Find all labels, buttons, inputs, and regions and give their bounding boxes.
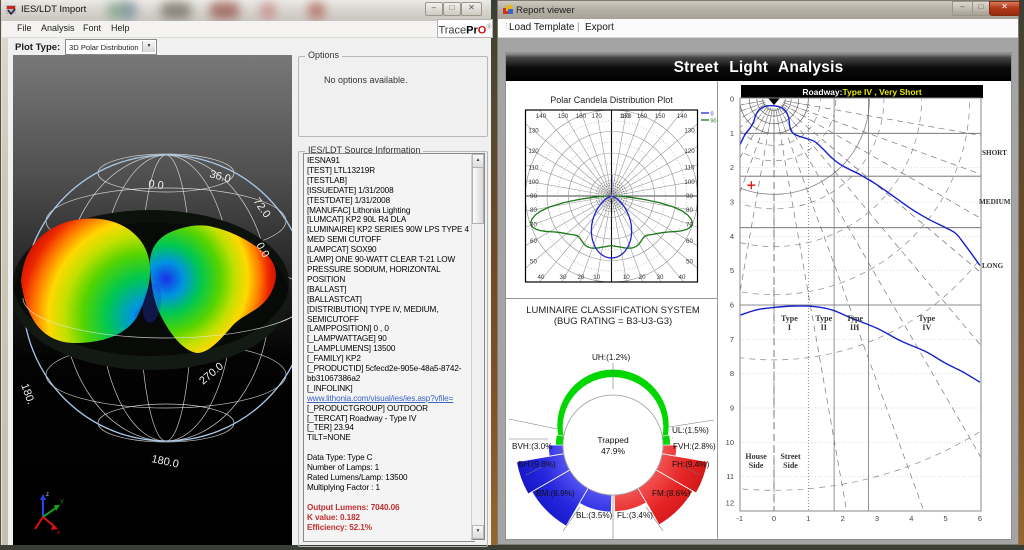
svg-text:FL:(3.4%): FL:(3.4%) [617,511,653,520]
svg-text:8: 8 [730,369,734,378]
svg-text:50: 50 [686,258,693,265]
svg-text:MEDIUM: MEDIUM [979,198,1011,206]
svg-text:5: 5 [730,266,734,275]
svg-text:III: III [850,323,859,332]
svg-text:Y: Y [60,500,64,506]
svg-text:6: 6 [978,514,982,523]
svg-text:110: 110 [529,165,539,172]
svg-text:BL:(3.5%): BL:(3.5%) [576,511,613,520]
svg-text:10: 10 [593,274,600,281]
svg-text:Type: Type [846,314,863,323]
svg-text:110: 110 [685,165,695,172]
svg-text:Roadway:Type IV , Very Short: Roadway:Type IV , Very Short [802,87,922,97]
svg-text:40: 40 [679,274,686,281]
svg-text:1: 1 [730,129,734,138]
svg-text:Side: Side [783,461,798,470]
svg-text:BM:(8.9%): BM:(8.9%) [536,489,575,498]
svg-text:Type: Type [815,314,832,323]
svg-text:-1: -1 [736,514,743,523]
svg-text:100: 100 [528,179,539,186]
svg-text:BH:(9.8%): BH:(9.8%) [518,460,556,469]
svg-text:80: 80 [530,207,537,214]
svg-text:LUMINAIRE CLASSIFICATION SYSTE: LUMINAIRE CLASSIFICATION SYSTEM [526,305,700,316]
svg-text:House: House [745,452,767,461]
svg-text:Side: Side [749,461,764,470]
svg-text:6: 6 [730,301,734,310]
svg-text:70: 70 [686,221,693,228]
svg-text:150: 150 [558,113,569,120]
svg-text:IV: IV [922,323,931,332]
svg-text:130: 130 [528,128,539,135]
svg-text:10: 10 [726,438,734,447]
svg-text:130: 130 [684,128,695,135]
svg-text:2: 2 [841,514,845,523]
svg-text:3: 3 [875,514,879,523]
svg-text:x: x [57,530,60,536]
svg-text:LONG: LONG [982,262,1004,270]
svg-text:FM:(8.6%): FM:(8.6%) [652,489,690,498]
svg-text:47.9%: 47.9% [601,446,626,456]
svg-text:12: 12 [726,499,734,508]
svg-text:10: 10 [623,274,630,281]
svg-text:0: 0 [730,95,734,104]
svg-text:160: 160 [637,113,648,120]
svg-text:z: z [46,492,49,498]
svg-text:180: 180 [620,113,631,120]
svg-text:20: 20 [639,274,646,281]
svg-text:UL:(1.5%): UL:(1.5%) [672,426,709,435]
svg-text:Polar Candela Distribution Plo: Polar Candela Distribution Plot [550,95,673,105]
svg-text:160: 160 [576,113,587,120]
svg-text:II: II [821,323,827,332]
svg-text:UH:(1.2%): UH:(1.2%) [592,353,630,362]
svg-text:SHORT: SHORT [982,149,1007,157]
svg-text:I: I [788,323,791,332]
svg-text:80: 80 [686,207,693,214]
svg-text:120: 120 [528,148,539,155]
svg-text:7: 7 [730,335,734,344]
svg-text:140: 140 [536,113,547,120]
svg-text:140: 140 [677,113,688,120]
svg-text:FVH:(2.8%): FVH:(2.8%) [673,442,716,451]
svg-text:9: 9 [730,404,734,413]
svg-text:30: 30 [560,274,567,281]
svg-text:90: 90 [530,193,537,200]
svg-text:1: 1 [806,514,810,523]
svg-text:Trapped: Trapped [597,435,629,445]
svg-text:4: 4 [909,514,913,523]
svg-text:(BUG RATING = B3-U3-G3): (BUG RATING = B3-U3-G3) [554,316,672,327]
svg-text:40: 40 [538,274,545,281]
svg-text:4: 4 [730,232,734,241]
svg-text:3: 3 [730,198,734,207]
svg-text:30: 30 [657,274,664,281]
svg-text:60: 60 [686,238,693,245]
svg-text:170: 170 [592,113,603,120]
svg-text:70: 70 [530,221,537,228]
svg-text:120: 120 [684,148,695,155]
svg-text:100: 100 [684,179,695,186]
svg-text:Street: Street [780,452,801,461]
svg-text:Type: Type [781,314,798,323]
svg-text:2: 2 [730,163,734,172]
svg-text:60: 60 [530,238,537,245]
svg-text:Type: Type [918,314,935,323]
svg-text:90: 90 [686,193,693,200]
svg-text:11: 11 [726,472,734,481]
svg-text:0: 0 [772,514,776,523]
svg-text:BVH:(3.0%: BVH:(3.0% [512,442,553,451]
svg-text:0.0: 0.0 [148,178,165,192]
svg-text:90: 90 [711,119,717,125]
svg-text:5: 5 [944,514,948,523]
svg-text:20: 20 [577,274,584,281]
svg-text:0: 0 [711,112,714,118]
svg-text:FH:(9.4%): FH:(9.4%) [672,460,710,469]
svg-text:150: 150 [655,113,666,120]
svg-text:50: 50 [530,258,537,265]
